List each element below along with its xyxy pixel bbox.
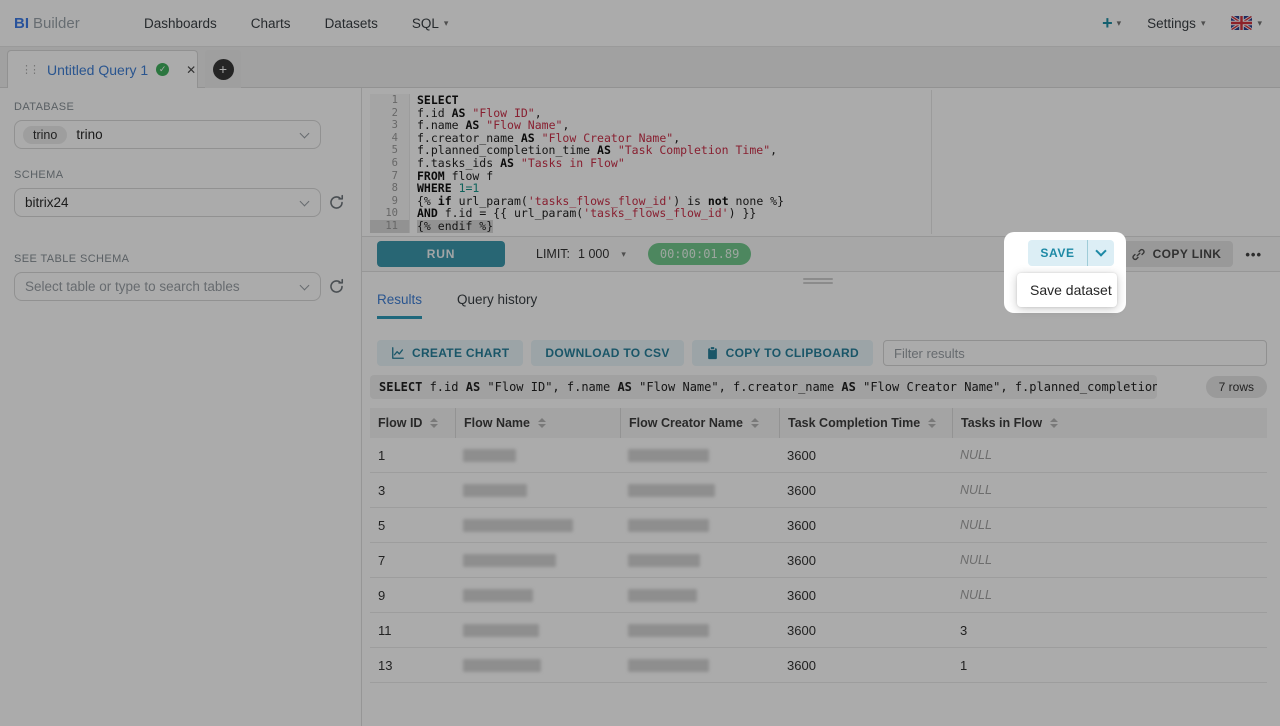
- save-spotlight-popup: SAVE Save dataset: [1004, 232, 1126, 313]
- save-split-button[interactable]: SAVE: [1028, 240, 1114, 266]
- save-dropdown-toggle[interactable]: [1088, 251, 1114, 255]
- bi-builder-app: BI Builder Dashboards Charts Datasets SQ…: [0, 0, 1280, 726]
- save-button[interactable]: SAVE: [1028, 246, 1087, 260]
- dim-overlay: [0, 0, 1280, 726]
- save-dataset-menu-item[interactable]: Save dataset: [1017, 273, 1117, 307]
- chevron-down-icon: [1095, 245, 1106, 256]
